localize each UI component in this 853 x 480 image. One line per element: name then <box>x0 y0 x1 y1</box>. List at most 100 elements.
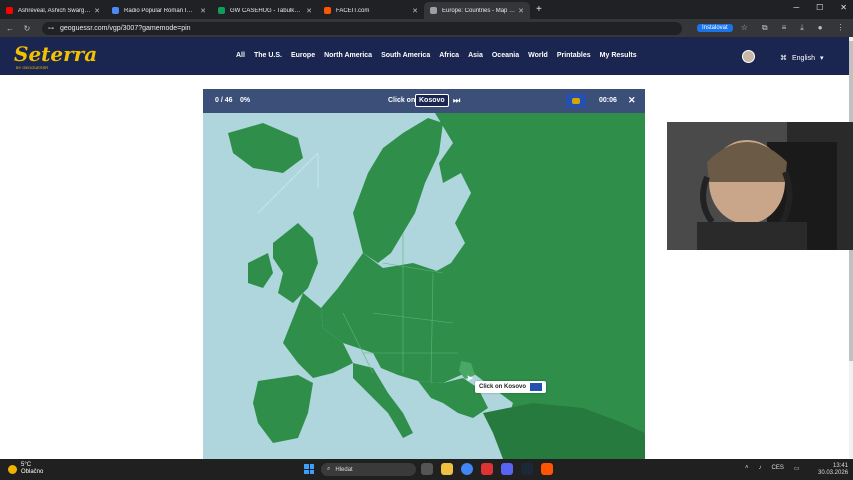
tab-label: FACEIT.com <box>336 7 370 14</box>
translate-icon: ⌘ <box>780 55 787 62</box>
seterra-logo[interactable]: Seterra <box>14 42 97 66</box>
clock-date: 30.03.2026 <box>818 470 849 476</box>
window-controls: ─ ☐ ✕ <box>793 3 847 12</box>
close-icon[interactable]: ✕ <box>518 7 524 15</box>
menu-icon[interactable]: ⋮ <box>837 23 845 33</box>
sheets-icon <box>218 7 225 14</box>
steam-icon[interactable] <box>521 463 533 475</box>
nav-oceania[interactable]: Oceania <box>492 52 519 59</box>
browser-tab-sheets[interactable]: GW CASEHUG - Tabulky Google ✕ <box>212 2 318 19</box>
tab-label: GW CASEHUG - Tabulky Google <box>230 7 304 14</box>
os-taskbar: 5°C Oblačno ⌕ Hledat ˄ ♪ CES ▭ 13:41 30.… <box>0 459 853 480</box>
start-button[interactable] <box>304 464 314 474</box>
input-language[interactable]: CES <box>772 465 784 472</box>
tab-label: Radio Popular Roman Imperium <box>124 7 198 14</box>
nav-asia[interactable]: Asia <box>468 52 483 59</box>
game-timer: 00:06 <box>599 97 617 104</box>
nav-my-results[interactable]: My Results <box>600 52 637 59</box>
chevron-down-icon: ▾ <box>819 55 824 62</box>
close-game-icon[interactable]: ✕ <box>628 95 636 106</box>
clock-time: 13:41 <box>833 463 849 469</box>
close-window-icon[interactable]: ✕ <box>840 3 847 12</box>
download-icon[interactable]: ⤓ <box>800 23 804 33</box>
close-icon[interactable]: ✕ <box>306 7 312 15</box>
nav-north-america[interactable]: North America <box>324 52 372 59</box>
tooltip-flag-icon <box>530 383 543 391</box>
taskbar-search[interactable]: ⌕ Hledat <box>321 463 416 476</box>
map-svg[interactable] <box>203 113 645 459</box>
chevron-up-icon[interactable]: ˄ <box>745 465 749 472</box>
nav-all[interactable]: All <box>236 52 245 59</box>
reading-list-icon[interactable]: ≡ <box>782 23 787 33</box>
skip-icon[interactable]: ⏭ <box>453 96 460 106</box>
tab-label: Europe: Countries - Map Quiz G <box>442 7 515 14</box>
weather-temperature: 5°C <box>21 462 32 468</box>
install-app-button[interactable]: Instalovat <box>697 24 733 32</box>
weather-condition: Oblačno <box>21 469 44 475</box>
nav-south-america[interactable]: South America <box>381 52 430 59</box>
europe-map[interactable]: ➤ Click on Kosovo <box>203 113 645 459</box>
profile-icon[interactable]: ● <box>818 23 823 33</box>
nav-world[interactable]: World <box>528 52 548 59</box>
close-icon[interactable]: ✕ <box>412 7 418 15</box>
nav-africa[interactable]: Africa <box>439 52 459 59</box>
webcam-feed <box>667 122 853 250</box>
maximize-icon[interactable]: ☐ <box>816 3 823 12</box>
bookmark-star-icon[interactable]: ☆ <box>741 23 748 33</box>
weather-cloud-icon <box>8 464 17 474</box>
weather-widget[interactable]: 5°C Oblačno <box>8 462 43 476</box>
faceit-app-icon[interactable] <box>541 463 553 475</box>
system-tray: ˄ ♪ CES ▭ <box>745 465 800 472</box>
target-flag-icon <box>566 94 586 108</box>
task-view-icon[interactable] <box>421 463 433 475</box>
close-icon[interactable]: ✕ <box>94 7 100 15</box>
search-icon: ⌕ <box>327 466 331 472</box>
tooltip-text: Click on Kosovo <box>479 384 527 390</box>
document-icon <box>112 7 119 14</box>
site-header: Seterra BY GEOGUESSR All The U.S. Europe… <box>0 37 849 75</box>
avatar[interactable] <box>742 50 755 63</box>
url-text: geoguessr.com/vgp/3007?gamemode=pin <box>60 24 191 32</box>
nav-europe[interactable]: Europe <box>291 52 315 59</box>
close-icon[interactable]: ✕ <box>200 7 206 15</box>
prompt-tooltip: Click on Kosovo <box>475 381 547 393</box>
nav-us[interactable]: The U.S. <box>254 52 282 59</box>
language-selector[interactable]: ⌘ English ▾ <box>780 54 824 63</box>
quiz-game: 0 / 46 0% Click on Kosovo ⏭ 00:06 ✕ ➤ Cl… <box>203 89 645 459</box>
tab-label: Ashreveal, Ashich Swargiary - S <box>18 7 92 14</box>
faceit-icon <box>324 7 331 14</box>
back-icon[interactable]: ← <box>3 24 17 33</box>
game-status-bar: 0 / 46 0% Click on Kosovo ⏭ 00:06 ✕ <box>203 89 645 113</box>
app-icon-red[interactable] <box>481 463 493 475</box>
discord-icon[interactable] <box>501 463 513 475</box>
search-placeholder: Hledat <box>335 466 353 473</box>
pinned-apps <box>421 463 553 475</box>
youtube-icon <box>6 7 13 14</box>
browser-tab-radio[interactable]: Radio Popular Roman Imperium ✕ <box>106 2 212 19</box>
browser-tab-seterra[interactable]: Europe: Countries - Map Quiz G ✕ <box>424 2 530 19</box>
chrome-icon[interactable] <box>461 463 473 475</box>
target-country: Kosovo <box>415 94 449 107</box>
prompt-text: Click on <box>388 97 416 104</box>
microphone-icon[interactable]: ♪ <box>759 465 762 472</box>
score-counter: 0 / 46 <box>215 97 233 104</box>
webcam-overlay <box>667 122 853 250</box>
seterra-icon <box>430 7 437 14</box>
browser-tab-faceit[interactable]: FACEIT.com ✕ <box>318 2 424 19</box>
language-label: English <box>792 54 815 62</box>
nav-printables[interactable]: Printables <box>557 52 591 59</box>
browser-tools: ☆ ⧉ ≡ ⤓ ● ⋮ <box>741 23 845 33</box>
site-info-icon[interactable]: ⊶ <box>48 25 54 32</box>
taskbar-clock[interactable]: 13:41 30.03.2026 <box>818 463 848 477</box>
file-explorer-icon[interactable] <box>441 463 453 475</box>
new-tab-button[interactable]: + <box>530 2 548 19</box>
mouse-cursor-icon: ➤ <box>466 373 474 383</box>
display-icon[interactable]: ▭ <box>794 465 800 472</box>
reload-icon[interactable]: ↻ <box>20 24 34 33</box>
minimize-icon[interactable]: ─ <box>793 3 799 12</box>
address-toolbar: ← ↻ ⊶ geoguessr.com/vgp/3007?gamemode=pi… <box>0 19 853 37</box>
browser-tab-youtube[interactable]: Ashreveal, Ashich Swargiary - S ✕ <box>0 2 106 19</box>
url-field[interactable]: ⊶ geoguessr.com/vgp/3007?gamemode=pin <box>42 21 682 35</box>
browser-tab-strip: Ashreveal, Ashich Swargiary - S ✕ Radio … <box>0 0 853 19</box>
extensions-icon[interactable]: ⧉ <box>762 23 768 33</box>
